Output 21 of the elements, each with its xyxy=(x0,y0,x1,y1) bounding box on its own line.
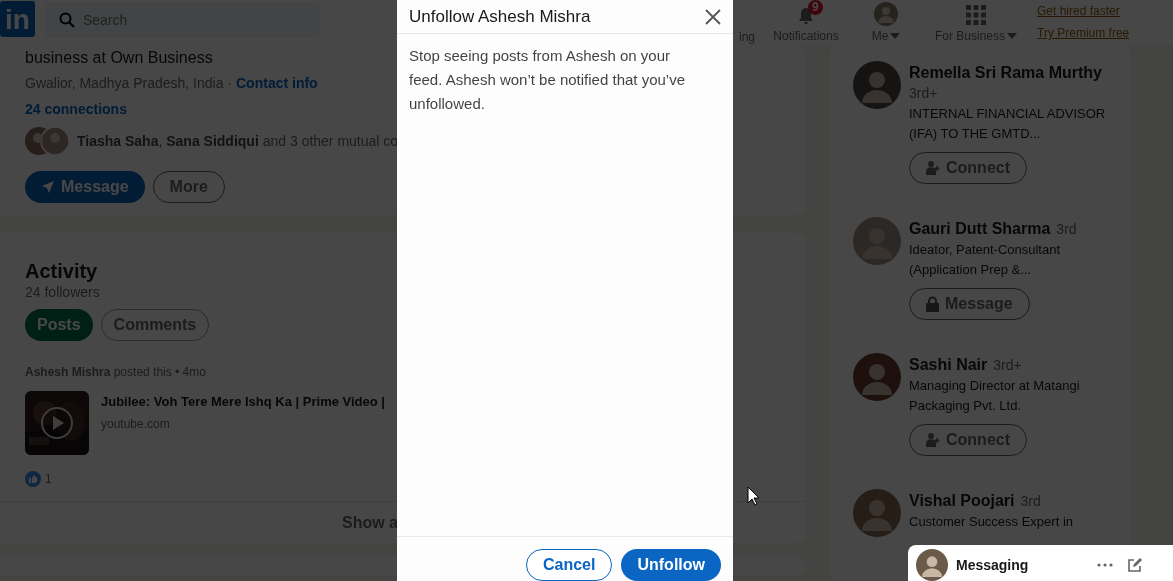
premium-link[interactable]: Try Premium free xyxy=(1037,26,1130,40)
person-name[interactable]: Vishal Poojari xyxy=(909,491,1015,511)
avatar-icon[interactable] xyxy=(916,549,948,581)
person-headline: Ideator, Patent-Consultant (Application Prep &... xyxy=(909,241,1062,279)
unfollow-button[interactable]: Unfollow xyxy=(621,549,721,581)
person-headline: Customer Success Expert in xyxy=(909,513,1074,531)
cursor-icon xyxy=(747,486,760,506)
cancel-button[interactable]: Cancel xyxy=(526,549,613,581)
person-name[interactable]: Remella Sri Rama Murthy xyxy=(909,63,1102,83)
messaging-bar[interactable]: Messaging xyxy=(908,545,1173,581)
more-icon[interactable] xyxy=(1097,563,1113,567)
profile-headline: business at Own Business xyxy=(25,48,213,68)
close-icon xyxy=(705,8,721,25)
compose-icon[interactable] xyxy=(1127,557,1143,573)
person-headline: Managing Director at Matangi Packaging Pvt. Ltd. xyxy=(909,377,1081,415)
section-title: Activity xyxy=(25,259,98,283)
dialog-message: Stop seeing posts from Ashesh on your feed. Ashesh won’t be notified that you’ve unfollowed. xyxy=(408,46,687,114)
messaging-label: Messaging xyxy=(956,557,1030,573)
dialog-title: Unfollow Ashesh Mishra xyxy=(409,5,591,28)
person-headline: INTERNAL FINANCIAL ADVISOR (IFA) TO THE GMTD... xyxy=(909,105,1107,143)
close-button[interactable] xyxy=(705,8,721,25)
